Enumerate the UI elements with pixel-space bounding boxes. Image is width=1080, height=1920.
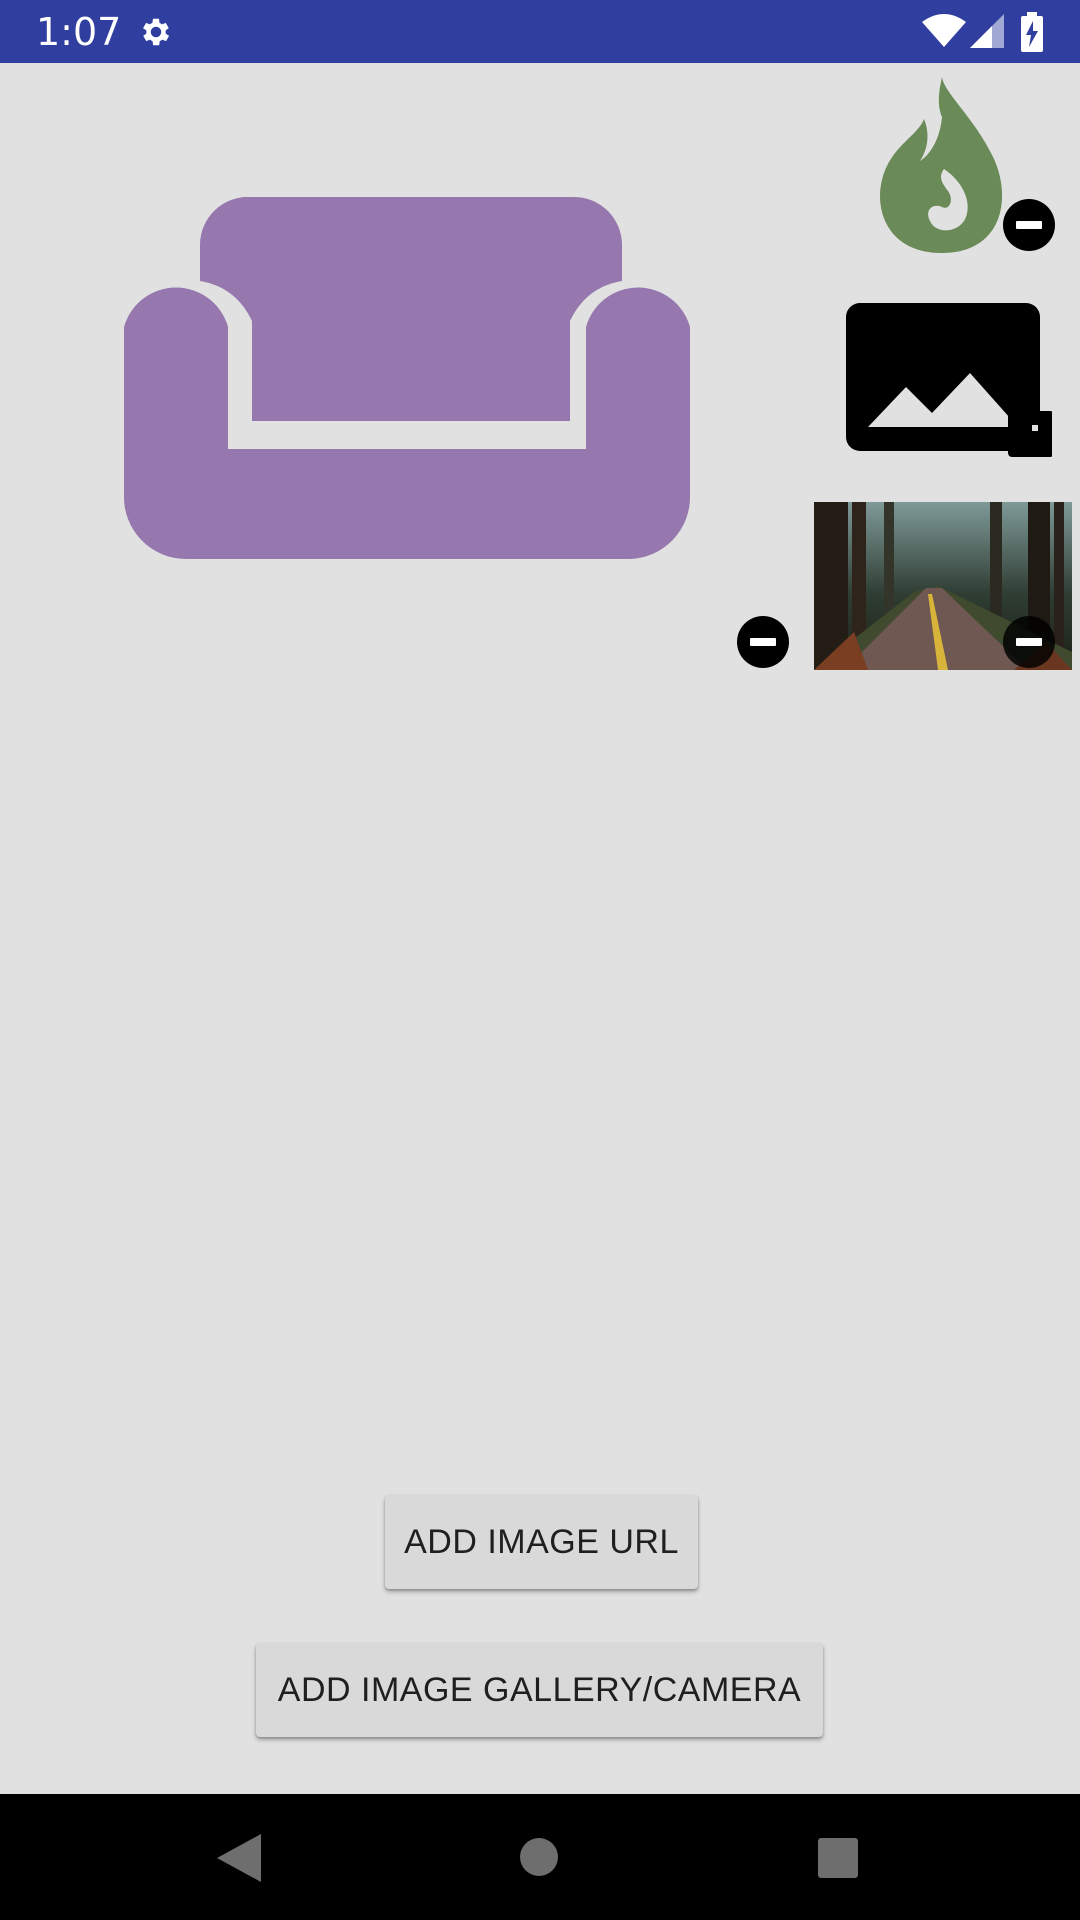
remove-fire-button[interactable]: [1003, 199, 1055, 251]
image-list-area: ADD IMAGE URL ADD IMAGE GALLERY/CAMERA: [0, 63, 1080, 1794]
battery-charging-icon: [1021, 12, 1043, 52]
wifi-icon: [922, 14, 966, 47]
remove-road-overlay-button[interactable]: [1003, 616, 1055, 668]
thumbnail-fire[interactable]: [872, 77, 1012, 257]
navigation-bar: [0, 1794, 1080, 1920]
back-icon[interactable]: [217, 1834, 261, 1882]
home-icon[interactable]: [520, 1838, 558, 1876]
couch-icon: [124, 197, 690, 559]
add-image-url-button[interactable]: ADD IMAGE URL: [385, 1495, 698, 1589]
fire-drop-icon: [880, 77, 1003, 253]
thumbnail-image-placeholder[interactable]: [842, 301, 1054, 457]
remove-road-button[interactable]: [737, 616, 789, 668]
add-image-gallery-camera-button[interactable]: ADD IMAGE GALLERY/CAMERA: [256, 1643, 823, 1737]
image-placeholder-icon: [846, 303, 1054, 457]
gear-icon: [143, 18, 170, 46]
status-bar: 1:07: [0, 0, 1080, 63]
status-time: 1:07: [36, 10, 122, 54]
recents-icon[interactable]: [818, 1838, 858, 1878]
cell-signal-icon: [970, 14, 1004, 48]
